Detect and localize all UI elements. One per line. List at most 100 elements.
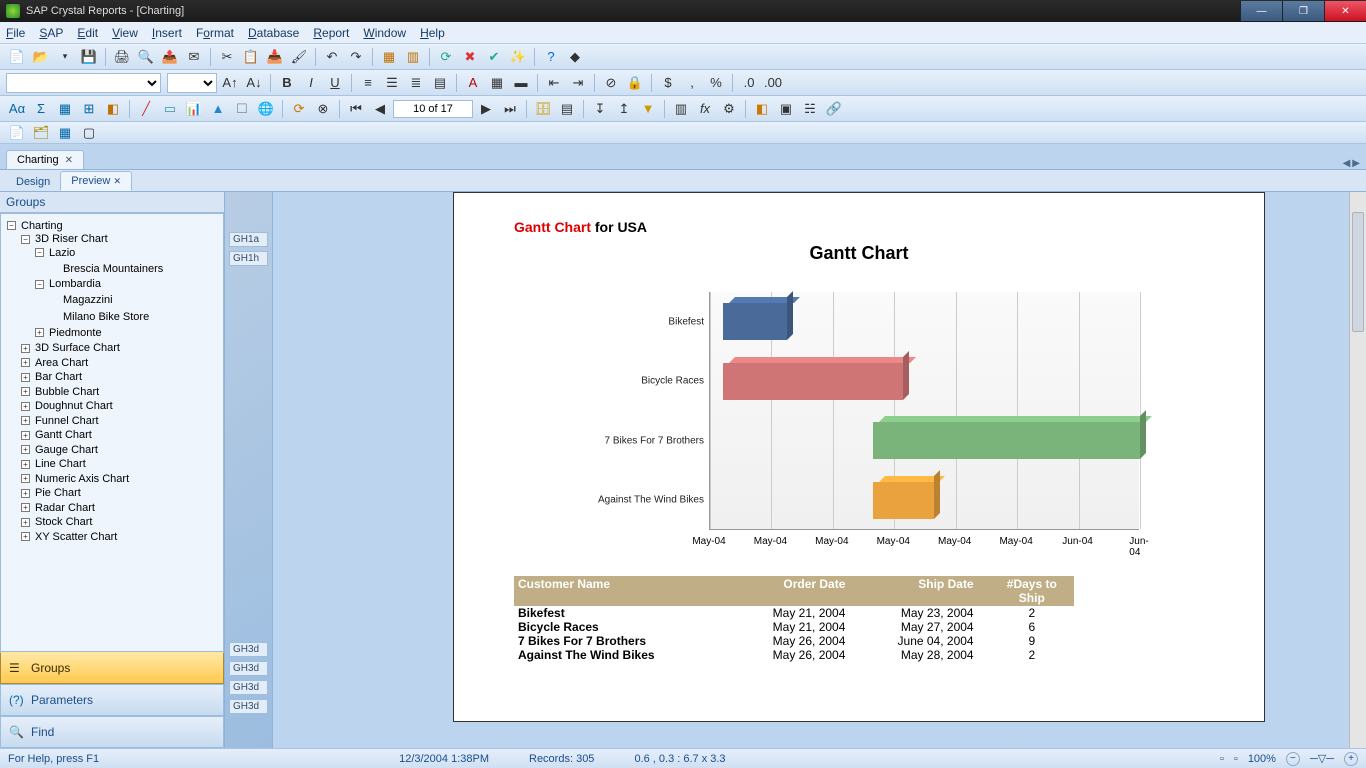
currency-icon[interactable]: $ <box>657 72 679 94</box>
tree-node-magazzini[interactable]: Magazzini <box>49 294 113 306</box>
field-text-icon[interactable]: Aα <box>6 98 28 120</box>
tb4-icon4[interactable]: ▢ <box>78 122 100 144</box>
tab-preview[interactable]: Preview ✕ <box>60 171 132 191</box>
tree-node-lazio[interactable]: −Lazio <box>35 247 75 259</box>
open-dropdown-icon[interactable]: ▾ <box>54 46 76 68</box>
tree-node-piedmonte[interactable]: +Piedmonte <box>35 327 102 339</box>
tree-node[interactable]: +3D Surface Chart <box>21 342 120 354</box>
increase-font-icon[interactable]: A↑ <box>219 72 241 94</box>
section-label[interactable]: GH3d <box>229 680 268 695</box>
help-icon[interactable]: ? <box>540 46 562 68</box>
undo-icon[interactable]: ↶ <box>321 46 343 68</box>
fill-icon[interactable]: ▬ <box>510 72 532 94</box>
menu-file[interactable]: File <box>6 26 25 40</box>
doc-tab-close-icon[interactable]: ✕ <box>65 155 73 166</box>
zoom-slider-icon[interactable]: ─▽─ <box>1310 752 1334 765</box>
alert-icon[interactable]: ▣ <box>775 98 797 120</box>
check-icon[interactable]: ✔ <box>483 46 505 68</box>
gantt-bar[interactable] <box>873 422 1140 459</box>
toggle-panel-icon[interactable]: ▦ <box>378 46 400 68</box>
tree-node[interactable]: +Doughnut Chart <box>21 400 113 412</box>
tree-node[interactable]: +Bubble Chart <box>21 386 99 398</box>
tree-node[interactable]: +Radar Chart <box>21 502 95 514</box>
borders-icon[interactable]: ▦ <box>486 72 508 94</box>
tree-node-milano[interactable]: Milano Bike Store <box>49 311 149 323</box>
menu-insert[interactable]: Insert <box>152 26 182 40</box>
section-label[interactable]: GH1a <box>229 232 268 247</box>
scrollbar-thumb[interactable] <box>1352 212 1364 332</box>
refresh-icon[interactable]: ⟳ <box>435 46 457 68</box>
doc-tab-charting[interactable]: Charting ✕ <box>6 150 84 169</box>
stop-icon[interactable]: ✖ <box>459 46 481 68</box>
tree-node[interactable]: +Bar Chart <box>21 371 82 383</box>
group-tree[interactable]: −Charting −3D Riser Chart −Lazio Brescia… <box>0 213 224 652</box>
tb4-icon1[interactable]: 📄 <box>6 122 28 144</box>
menu-help[interactable]: Help <box>420 26 445 40</box>
field-olap-icon[interactable]: ◧ <box>102 98 124 120</box>
section-label[interactable]: GH3d <box>229 661 268 676</box>
zoom-out-icon[interactable]: − <box>1286 752 1300 766</box>
italic-icon[interactable]: I <box>300 72 322 94</box>
tree-node-riser[interactable]: −3D Riser Chart <box>21 233 108 245</box>
mail-icon[interactable]: ✉ <box>183 46 205 68</box>
print-icon[interactable]: 🖨 <box>111 46 133 68</box>
tab-nav-right-icon[interactable]: ▶ <box>1352 158 1360 169</box>
stop-data-icon[interactable]: ⊗ <box>312 98 334 120</box>
format-painter-icon[interactable]: 🖌 <box>288 46 310 68</box>
gantt-bar[interactable] <box>873 482 933 519</box>
nav-prev-icon[interactable]: ◀ <box>369 98 391 120</box>
sort-asc-icon[interactable]: ↧ <box>589 98 611 120</box>
preview-icon[interactable]: 🔍 <box>135 46 157 68</box>
tree-node[interactable]: +Area Chart <box>21 357 88 369</box>
decrease-font-icon[interactable]: A↓ <box>243 72 265 94</box>
tree-node[interactable]: +Numeric Axis Chart <box>21 473 129 485</box>
percent-icon[interactable]: % <box>705 72 727 94</box>
highlight-icon[interactable]: ◧ <box>751 98 773 120</box>
section-label[interactable]: GH1h <box>229 251 268 266</box>
tab-nav-left-icon[interactable]: ◀ <box>1343 158 1351 169</box>
close-button[interactable]: ✕ <box>1324 1 1366 21</box>
template-icon[interactable]: ☵ <box>799 98 821 120</box>
insert-map-icon[interactable]: ▲ <box>207 98 229 120</box>
open-icon[interactable]: 📂 <box>30 46 52 68</box>
align-left-icon[interactable]: ≡ <box>357 72 379 94</box>
panel-groups[interactable]: ☰ Groups <box>0 652 224 684</box>
tree-node-lombardia[interactable]: −Lombardia <box>35 278 101 290</box>
gantt-bar[interactable] <box>723 363 904 400</box>
tree-node[interactable]: +Funnel Chart <box>21 415 99 427</box>
toggle-tree-icon[interactable]: ▥ <box>402 46 424 68</box>
save-icon[interactable]: 💾 <box>78 46 100 68</box>
gantt-chart[interactable]: May-04May-04May-04May-04May-04May-04Jun-… <box>579 274 1139 554</box>
refresh-data-icon[interactable]: ⟳ <box>288 98 310 120</box>
panel-find[interactable]: 🔍 Find <box>0 716 224 748</box>
tab-design[interactable]: Design <box>6 173 60 191</box>
align-justify-icon[interactable]: ▤ <box>429 72 451 94</box>
sort-desc-icon[interactable]: ↥ <box>613 98 635 120</box>
select-expert-icon[interactable]: ⚙ <box>718 98 740 120</box>
tree-node[interactable]: +XY Scatter Chart <box>21 531 117 543</box>
cut-icon[interactable]: ✂ <box>216 46 238 68</box>
bold-icon[interactable]: B <box>276 72 298 94</box>
status-icon1[interactable]: ▫ <box>1220 753 1224 765</box>
tree-node[interactable]: +Gantt Chart <box>21 429 92 441</box>
font-family-select[interactable] <box>6 73 161 93</box>
tb4-icon2[interactable]: 🗂 <box>30 122 52 144</box>
tb4-icon3[interactable]: ▦ <box>54 122 76 144</box>
copy-icon[interactable]: 📋 <box>240 46 262 68</box>
increase-decimal-icon[interactable]: .0 <box>738 72 760 94</box>
panel-parameters[interactable]: (?) Parameters <box>0 684 224 716</box>
nav-first-icon[interactable]: ⏮ <box>345 98 367 120</box>
menu-edit[interactable]: Edit <box>77 26 98 40</box>
outdent-icon[interactable]: ⇥ <box>567 72 589 94</box>
hyperlink-icon[interactable]: 🔗 <box>823 98 845 120</box>
field-sum-icon[interactable]: Σ <box>30 98 52 120</box>
section-label[interactable]: GH3d <box>229 699 268 714</box>
filter-icon[interactable]: ▼ <box>637 98 659 120</box>
section-expert-icon[interactable]: ▥ <box>670 98 692 120</box>
menu-report[interactable]: Report <box>313 26 349 40</box>
tree-node[interactable]: +Line Chart <box>21 458 86 470</box>
insert-globe-icon[interactable]: 🌐 <box>255 98 277 120</box>
zoom-in-icon[interactable]: + <box>1344 752 1358 766</box>
decrease-decimal-icon[interactable]: .00 <box>762 72 784 94</box>
suppress-icon[interactable]: ⊘ <box>600 72 622 94</box>
